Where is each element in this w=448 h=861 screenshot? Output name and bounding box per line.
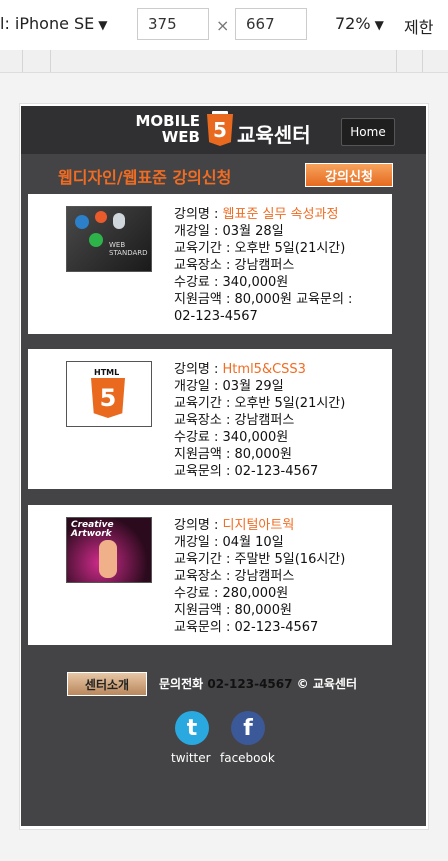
course-card[interactable]: HTML 5 강의명 : Html5&CSS3 개강일 : 03월 29일 교육…: [28, 349, 392, 489]
app-viewport: MOBILE WEB 5 교육센터 Home 웹디자인/웹표준 강의신청 강의신청…: [21, 106, 426, 826]
footer: 센터소개 문의전화 02-123-4567 © 교육센터: [67, 672, 387, 696]
chevron-down-icon: ▼: [98, 18, 108, 32]
facebook-icon[interactable]: f: [231, 711, 265, 745]
twitter-icon[interactable]: t: [175, 711, 209, 745]
contact-info: 문의전화 02-123-4567 © 교육센터: [159, 677, 357, 691]
height-input[interactable]: 667: [235, 8, 307, 40]
course-info: 강의명 : Html5&CSS3 개강일 : 03월 29일 교육기간 : 오후…: [174, 362, 346, 479]
device-selector[interactable]: l: iPhone SE ▼: [0, 14, 108, 33]
ruler: [0, 50, 448, 73]
browser-toolbar: l: iPhone SE ▼ 375 × 667 72% ▼ 제한: [0, 0, 448, 51]
times-icon: ×: [216, 16, 230, 35]
course-info: 강의명 : 디지털아트웍 개강일 : 04월 10일 교육기간 : 주말반 5일…: [174, 518, 346, 635]
device-label: l: iPhone SE: [0, 14, 95, 33]
twitter-label[interactable]: twitter: [171, 751, 211, 765]
apply-button[interactable]: 강의신청: [305, 163, 393, 187]
creative-artwork-thumbnail: Creative Artwork: [66, 517, 152, 583]
course-card[interactable]: WEB STANDARD 강의명 : 웹표준 실무 속성과정 개강일 : 03월 …: [28, 194, 392, 334]
zoom-label: 72%: [335, 14, 371, 33]
social-links: t twitter f facebook: [171, 711, 301, 771]
width-input[interactable]: 375: [137, 8, 209, 40]
site-title: 교육센터: [237, 123, 311, 147]
throttle-label[interactable]: 제한: [404, 14, 433, 38]
app-header: MOBILE WEB 5 교육센터 Home: [21, 106, 426, 154]
course-info: 강의명 : 웹표준 실무 속성과정 개강일 : 03월 28일 교육기간 : 오…: [174, 207, 353, 324]
logo-text: MOBILE WEB: [135, 112, 201, 146]
home-button[interactable]: Home: [341, 118, 395, 146]
chevron-down-icon: ▼: [374, 18, 384, 32]
facebook-label[interactable]: facebook: [220, 751, 275, 765]
section-title: 웹디자인/웹표준 강의신청: [58, 168, 232, 187]
html5-shield-icon: 5: [207, 114, 233, 146]
center-intro-button[interactable]: 센터소개: [67, 672, 147, 696]
course-card[interactable]: Creative Artwork 강의명 : 디지털아트웍 개강일 : 04월 1…: [28, 505, 392, 645]
html5-thumbnail: HTML 5: [66, 361, 152, 427]
web-standard-thumbnail: WEB STANDARD: [66, 206, 152, 272]
zoom-selector[interactable]: 72% ▼: [335, 14, 384, 33]
